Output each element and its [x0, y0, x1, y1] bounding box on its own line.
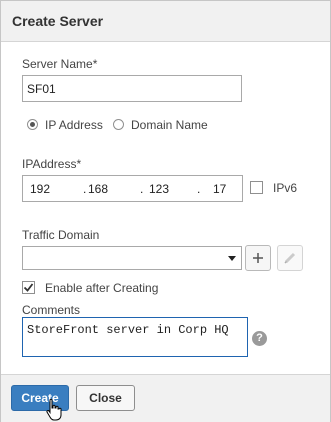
ip-octet-2[interactable]: 168: [88, 182, 108, 196]
traffic-domain-select[interactable]: [22, 246, 242, 270]
enable-after-creating-checkbox[interactable]: [22, 281, 35, 294]
pencil-icon: [284, 252, 296, 264]
checkmark-icon: [23, 283, 34, 292]
hand-cursor-icon: [46, 398, 62, 421]
dialog-title: Create Server: [12, 13, 104, 29]
ipv6-label: IPv6: [273, 181, 298, 195]
chevron-down-icon: [228, 256, 236, 261]
ip-octet-3[interactable]: 123: [149, 182, 169, 196]
ip-address-label: IPAddress*: [22, 157, 82, 171]
enable-after-creating-label: Enable after Creating: [45, 281, 159, 295]
dialog-header: Create Server: [1, 1, 330, 42]
comments-label: Comments: [22, 303, 81, 317]
ip-address-radio-label: IP Address: [45, 118, 103, 132]
ip-separator: .: [140, 182, 144, 196]
ip-octet-1[interactable]: 192: [30, 182, 50, 196]
traffic-domain-label: Traffic Domain: [22, 228, 100, 242]
comments-value: StoreFront server in Corp HQ: [27, 323, 229, 337]
ipv6-checkbox[interactable]: [250, 181, 263, 194]
comments-textarea[interactable]: StoreFront server in Corp HQ: [22, 317, 248, 357]
ip-separator: .: [83, 182, 87, 196]
ip-separator: .: [197, 182, 201, 196]
edit-traffic-domain-button[interactable]: [277, 245, 303, 271]
ip-octet-4[interactable]: 17: [213, 182, 226, 196]
plus-icon: [253, 253, 263, 263]
ip-address-input[interactable]: 192 . 168 . 123 . 17: [22, 175, 243, 202]
domain-name-radio-label: Domain Name: [131, 118, 208, 132]
domain-name-radio[interactable]: [113, 119, 124, 130]
help-icon[interactable]: ?: [252, 331, 267, 346]
server-name-label: Server Name*: [22, 57, 98, 71]
create-server-dialog: Create Server Server Name* IP Address Do…: [0, 0, 331, 422]
server-name-input[interactable]: [22, 75, 242, 102]
close-button[interactable]: Close: [76, 385, 135, 411]
ip-address-radio[interactable]: [27, 119, 38, 130]
add-traffic-domain-button[interactable]: [245, 245, 271, 271]
